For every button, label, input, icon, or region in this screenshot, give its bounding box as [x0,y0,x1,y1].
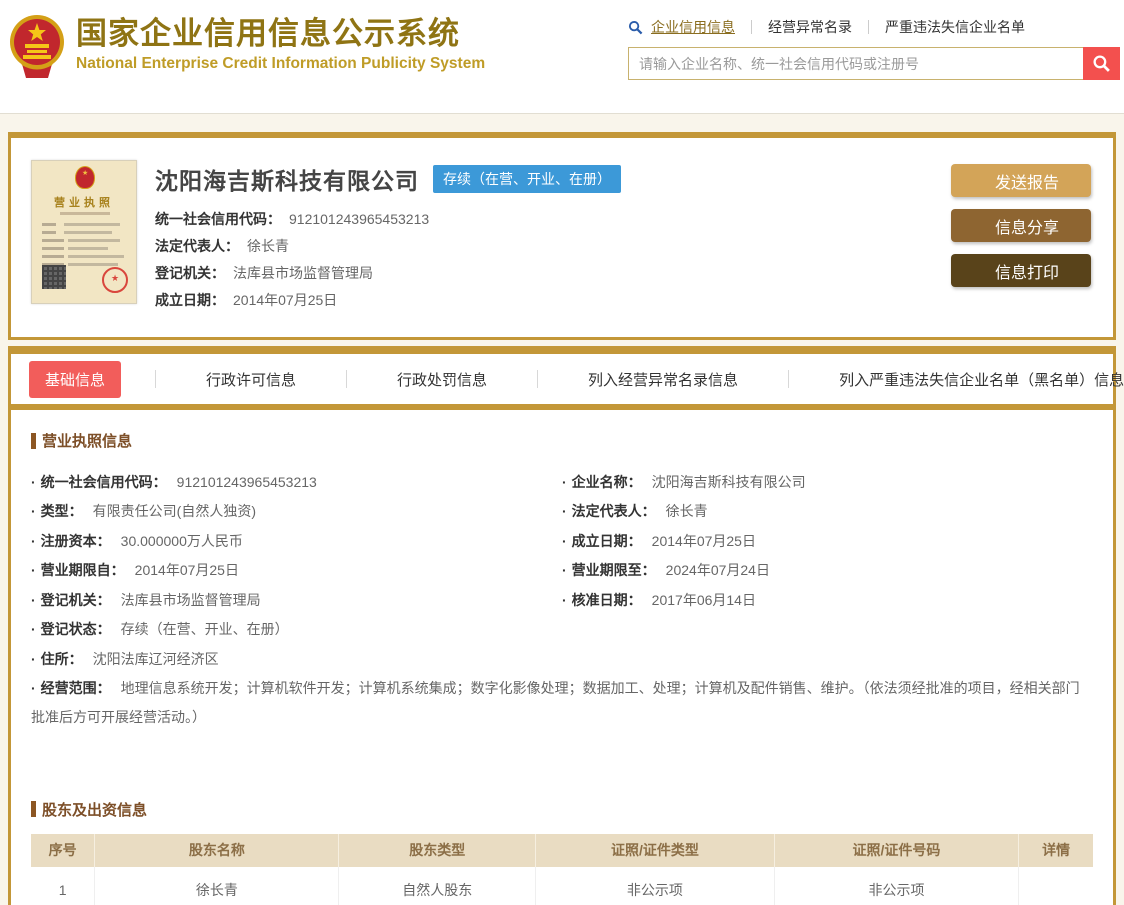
col-header-index: 序号 [31,834,95,867]
search-tab-enterprise-credit[interactable]: 企业信用信息 [649,17,737,37]
company-field-establish-date: 成立日期： 2014年07月25日 [155,287,951,313]
col-header-certificate-number: 证照/证件号码 [774,834,1018,867]
field-registered-capital: ·注册资本：30.000000万人民币 [31,526,562,556]
license-title: 营业执照 [32,194,136,210]
field-term-from: ·营业期限自：2014年07月25日 [31,556,562,586]
tab-abnormal-operations-list[interactable]: 列入经营异常名录信息 [572,361,754,398]
license-qr-code [42,265,66,289]
company-action-buttons: 发送报告 信息分享 信息打印 [951,164,1093,313]
shareholders-section: 股东及出资信息 序号 股东名称 股东类型 证照/证件类型 证照/证件号码 详情 … [31,799,1093,905]
shareholders-table: 序号 股东名称 股东类型 证照/证件类型 证照/证件号码 详情 1 徐长青 自然… [31,834,1093,905]
tab-basic-info[interactable]: 基础信息 [29,361,121,398]
field-company-name: ·企业名称：沈阳海吉斯科技有限公司 [562,467,1093,497]
separator [868,20,869,34]
section-tab-bar: 基础信息 行政许可信息 行政处罚信息 列入经营异常名录信息 列入严重违法失信企业… [8,346,1116,407]
search-input[interactable] [628,47,1083,80]
license-info-section-header: 营业执照信息 [31,430,1093,451]
license-fields: ·统一社会信用代码：912101243965453213 ·类型：有限责任公司(… [31,467,1093,674]
license-emblem-icon [75,166,95,189]
section-bar-icon [31,801,36,817]
site-title-cn: 国家企业信用信息公示系统 [76,16,485,52]
national-emblem-logo [8,12,66,78]
col-header-detail: 详情 [1019,834,1093,867]
company-name: 沈阳海吉斯科技有限公司 [155,162,419,196]
site-titles: 国家企业信用信息公示系统 National Enterprise Credit … [76,16,485,73]
license-info-section-title: 营业执照信息 [42,430,132,451]
shareholders-section-header: 股东及出资信息 [31,799,1093,820]
separator [788,370,789,388]
search-tab-abnormal-operations[interactable]: 经营异常名录 [766,17,854,37]
license-fields-right: ·企业名称：沈阳海吉斯科技有限公司 ·法定代表人：徐长青 ·成立日期：2014年… [562,467,1093,674]
cell-certificate-type: 非公示项 [535,867,774,905]
company-field-credit-code: 统一社会信用代码： 912101243965453213 [155,206,951,232]
business-license-image[interactable]: 营业执照 [31,160,137,304]
search-bar [628,47,1120,80]
license-decor-line [60,212,110,215]
separator [155,370,156,388]
table-header-row: 序号 股东名称 股东类型 证照/证件类型 证照/证件号码 详情 [31,834,1093,867]
field-registration-status: ·登记状态：存续（在营、开业、在册） [31,615,562,645]
search-icon [628,20,643,35]
col-header-shareholder-type: 股东类型 [339,834,535,867]
field-credit-code: ·统一社会信用代码：912101243965453213 [31,467,562,497]
cell-certificate-number: 非公示项 [774,867,1018,905]
separator [537,370,538,388]
cell-shareholder-type: 自然人股东 [339,867,535,905]
search-area: 企业信用信息 经营异常名录 严重违法失信企业名单 [628,16,1120,80]
license-fields-left: ·统一社会信用代码：912101243965453213 ·类型：有限责任公司(… [31,467,562,674]
share-info-button[interactable]: 信息分享 [951,209,1091,242]
field-legal-rep: ·法定代表人：徐长青 [562,497,1093,527]
search-scope-tabs: 企业信用信息 经营异常名录 严重违法失信企业名单 [628,16,1120,38]
separator [751,20,752,34]
field-registration-authority: ·登记机关：法库县市场监督管理局 [31,585,562,615]
company-info: 沈阳海吉斯科技有限公司 存续（在营、开业、在册） 统一社会信用代码： 91210… [137,160,951,313]
cell-shareholder-name: 徐长青 [95,867,339,905]
table-row: 1 徐长青 自然人股东 非公示项 非公示项 [31,867,1093,905]
search-icon [1092,54,1111,73]
company-summary-card: 营业执照 沈阳海吉斯科技有限公司 存续（在营、开业、在册） 统一社会信用代码： … [8,132,1116,340]
field-term-to: ·营业期限至：2024年07月24日 [562,556,1093,586]
company-field-legal-rep: 法定代表人： 徐长青 [155,233,951,259]
separator [346,370,347,388]
field-business-scope: ·经营范围：地理信息系统开发；计算机软件开发；计算机系统集成；数字化影像处理；数… [31,674,1093,733]
print-info-button[interactable]: 信息打印 [951,254,1091,287]
status-badge: 存续（在营、开业、在册） [433,165,621,193]
field-company-type: ·类型：有限责任公司(自然人独资) [31,497,562,527]
site-title-en: National Enterprise Credit Information P… [76,55,485,73]
field-establish-date: ·成立日期：2014年07月25日 [562,526,1093,556]
company-field-registration-authority: 登记机关： 法库县市场监督管理局 [155,260,951,286]
send-report-button[interactable]: 发送报告 [951,164,1091,197]
section-bar-icon [31,433,36,449]
tab-administrative-penalty[interactable]: 行政处罚信息 [381,361,503,398]
search-button[interactable] [1083,47,1120,80]
col-header-certificate-type: 证照/证件类型 [535,834,774,867]
search-tab-serious-violation[interactable]: 严重违法失信企业名单 [883,17,1027,37]
tab-administrative-license[interactable]: 行政许可信息 [190,361,312,398]
col-header-shareholder-name: 股东名称 [95,834,339,867]
cell-index: 1 [31,867,95,905]
shareholders-section-title: 股东及出资信息 [42,799,147,820]
field-approval-date: ·核准日期：2017年06月14日 [562,585,1093,615]
tab-serious-violation-blacklist[interactable]: 列入严重违法失信企业名单（黑名单）信息 [823,361,1124,398]
field-address: ·住所：沈阳法库辽河经济区 [31,644,562,674]
basic-info-content: 营业执照信息 ·统一社会信用代码：912101243965453213 ·类型：… [8,407,1116,905]
site-header: 国家企业信用信息公示系统 National Enterprise Credit … [0,0,1124,114]
license-red-seal [102,267,128,293]
cell-detail [1019,867,1093,905]
